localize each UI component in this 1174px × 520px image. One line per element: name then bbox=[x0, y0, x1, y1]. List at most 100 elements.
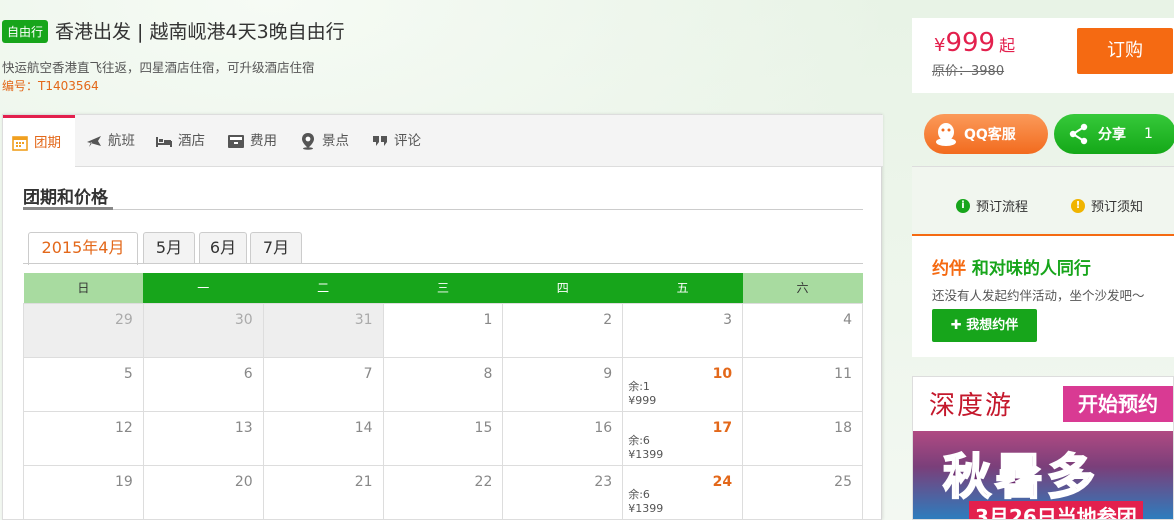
calendar-icon bbox=[12, 136, 28, 151]
booking-process-label: 预订流程 bbox=[976, 200, 1029, 215]
calendar-day-cell: 22 bbox=[382, 464, 504, 520]
tab-hotel-label: 酒店 bbox=[178, 133, 205, 149]
weekday-tue: 二 bbox=[263, 273, 384, 303]
day-number: 10 bbox=[712, 365, 733, 382]
calendar-week-row: 19 20 21 22 23 24 余:6 ¥1399 25 bbox=[23, 464, 863, 520]
day-number: 23 bbox=[594, 473, 613, 490]
calendar-day-cell: 31 bbox=[262, 302, 384, 358]
day-number: 7 bbox=[363, 365, 373, 382]
day-price: ¥999 bbox=[628, 393, 657, 407]
main-panel: 团期 航班 酒店 费用 景点 评论 团期和价格 2015年4月 5月 6月 7月 bbox=[2, 114, 883, 520]
tab-attractions-label: 景点 bbox=[322, 133, 349, 149]
day-number: 16 bbox=[594, 419, 613, 436]
day-number: 15 bbox=[474, 419, 493, 436]
weekday-mon: 一 bbox=[143, 273, 264, 303]
tab-attractions[interactable]: 景点 bbox=[299, 115, 349, 167]
month-tab-june[interactable]: 6月 bbox=[199, 232, 247, 264]
day-number: 18 bbox=[834, 419, 852, 436]
travel-mate-text: 还没有人发起约伴活动，坐个沙发吧～ bbox=[932, 288, 1145, 303]
currency-symbol: ¥ bbox=[934, 35, 946, 56]
product-code: 编号：T1403564 bbox=[2, 79, 99, 93]
day-number: 29 bbox=[115, 311, 133, 328]
weekday-sun: 日 bbox=[23, 273, 144, 303]
calendar-day-cell: 19 bbox=[23, 464, 144, 520]
day-number: 9 bbox=[603, 365, 613, 382]
month-tab-july[interactable]: 7月 bbox=[250, 232, 302, 264]
weekday-thu: 四 bbox=[502, 273, 623, 303]
tab-flight-label: 航班 bbox=[108, 133, 135, 149]
booking-notice-link[interactable]: ! 预订须知 bbox=[1071, 196, 1143, 215]
calendar-day-cell: 30 bbox=[142, 302, 264, 358]
product-title: 香港出发 | 越南岘港4天3晚自由行 bbox=[55, 21, 345, 43]
day-number: 17 bbox=[712, 419, 733, 436]
buy-button[interactable]: 订购 bbox=[1077, 28, 1173, 74]
day-number: 31 bbox=[354, 311, 373, 328]
tab-schedule-label: 团期 bbox=[34, 135, 61, 151]
calendar-week-row: 12 13 14 15 16 17 余:6 ¥1399 18 bbox=[23, 410, 863, 466]
day-number: 2 bbox=[603, 311, 613, 328]
plane-icon bbox=[87, 136, 101, 147]
qq-service-button[interactable]: QQ客服 bbox=[924, 114, 1048, 154]
day-availability: 余:1 ¥999 bbox=[628, 380, 656, 408]
price-box: ¥999 起 原价：3980 订购 bbox=[912, 18, 1174, 93]
share-button[interactable]: 分享 1 bbox=[1054, 114, 1174, 154]
day-number: 8 bbox=[483, 365, 493, 382]
day-number: 1 bbox=[483, 311, 493, 328]
detail-tabs: 团期 航班 酒店 费用 景点 评论 bbox=[3, 115, 883, 168]
comment-icon bbox=[373, 136, 387, 146]
month-tab-april[interactable]: 2015年4月 bbox=[28, 232, 138, 265]
calendar-day-cell[interactable]: 17 余:6 ¥1399 bbox=[622, 410, 744, 466]
ad-date: 3月26日当地参团 bbox=[969, 501, 1143, 519]
calendar-day-cell[interactable]: 24 余:6 ¥1399 bbox=[622, 464, 744, 520]
calendar-day-cell: 18 bbox=[742, 410, 863, 466]
calendar-day-cell: 21 bbox=[262, 464, 384, 520]
day-price: ¥1399 bbox=[628, 447, 664, 461]
wallet-icon bbox=[228, 135, 244, 148]
calendar-body: 29 30 31 1 2 3 4 5 6 7 8 9 10 余:1 ¥999 11 12 13 14 15 16 17 余:… bbox=[23, 302, 863, 520]
plus-icon: ✚ bbox=[950, 318, 967, 333]
tab-hotel[interactable]: 酒店 bbox=[155, 115, 205, 167]
day-number: 3 bbox=[723, 311, 733, 328]
travel-mate-panel: 约伴 和对味的人同行 还没有人发起约伴活动，坐个沙发吧～ ✚ 我想约伴 bbox=[912, 234, 1174, 357]
tab-comments[interactable]: 评论 bbox=[371, 115, 421, 167]
calendar-day-cell: 1 bbox=[382, 302, 504, 358]
day-number: 6 bbox=[243, 365, 253, 382]
remaining-seats: 余:1 bbox=[628, 379, 650, 393]
price-amount: 999 bbox=[945, 28, 996, 58]
promo-banner[interactable]: 深度游 开始预约 秋暑多 3月26日当地参团 bbox=[912, 376, 1174, 520]
day-number: 12 bbox=[115, 419, 133, 436]
warning-icon: ! bbox=[1071, 198, 1085, 213]
tab-flight[interactable]: 航班 bbox=[85, 115, 135, 167]
travel-mate-title: 和对味的人同行 bbox=[971, 259, 1091, 279]
travel-mate-logo: 约伴 bbox=[932, 259, 966, 279]
find-mate-label: 我想约伴 bbox=[966, 318, 1019, 333]
calendar-table: 日 一 二 三 四 五 六 29 30 31 1 2 3 4 5 6 7 8 9 10 余:1 ¥999 11… bbox=[23, 273, 863, 520]
location-pin-icon bbox=[302, 133, 314, 150]
day-number: 4 bbox=[843, 311, 852, 328]
day-number: 14 bbox=[354, 419, 373, 436]
day-number: 13 bbox=[234, 419, 253, 436]
calendar-day-cell: 25 bbox=[742, 464, 863, 520]
calendar-day-cell: 4 bbox=[742, 302, 863, 358]
tab-schedule[interactable]: 团期 bbox=[3, 115, 75, 168]
bed-icon bbox=[156, 137, 172, 147]
weekday-sat: 六 bbox=[742, 273, 863, 303]
day-availability: 余:6 ¥1399 bbox=[628, 488, 663, 516]
share-count: 1 bbox=[1144, 126, 1153, 142]
booking-notice-label: 预订须知 bbox=[1091, 200, 1144, 215]
qq-penguin-icon bbox=[936, 123, 956, 146]
day-number: 24 bbox=[712, 473, 733, 490]
calendar-day-cell[interactable]: 10 余:1 ¥999 bbox=[622, 356, 744, 412]
find-mate-button[interactable]: ✚ 我想约伴 bbox=[932, 309, 1037, 342]
calendar-day-cell: 13 bbox=[142, 410, 264, 466]
tab-fee[interactable]: 费用 bbox=[227, 115, 277, 167]
month-tab-may[interactable]: 5月 bbox=[143, 232, 195, 264]
calendar-day-cell: 20 bbox=[142, 464, 264, 520]
calendar-day-cell: 15 bbox=[382, 410, 504, 466]
booking-process-link[interactable]: i 预订流程 bbox=[956, 196, 1028, 215]
booking-info-bar: i 预订流程 ! 预订须知 bbox=[912, 166, 1174, 232]
day-number: 25 bbox=[834, 473, 852, 490]
calendar-day-cell: 11 bbox=[742, 356, 863, 412]
ad-brand: 深度游 bbox=[929, 391, 1014, 421]
day-number: 20 bbox=[234, 473, 253, 490]
